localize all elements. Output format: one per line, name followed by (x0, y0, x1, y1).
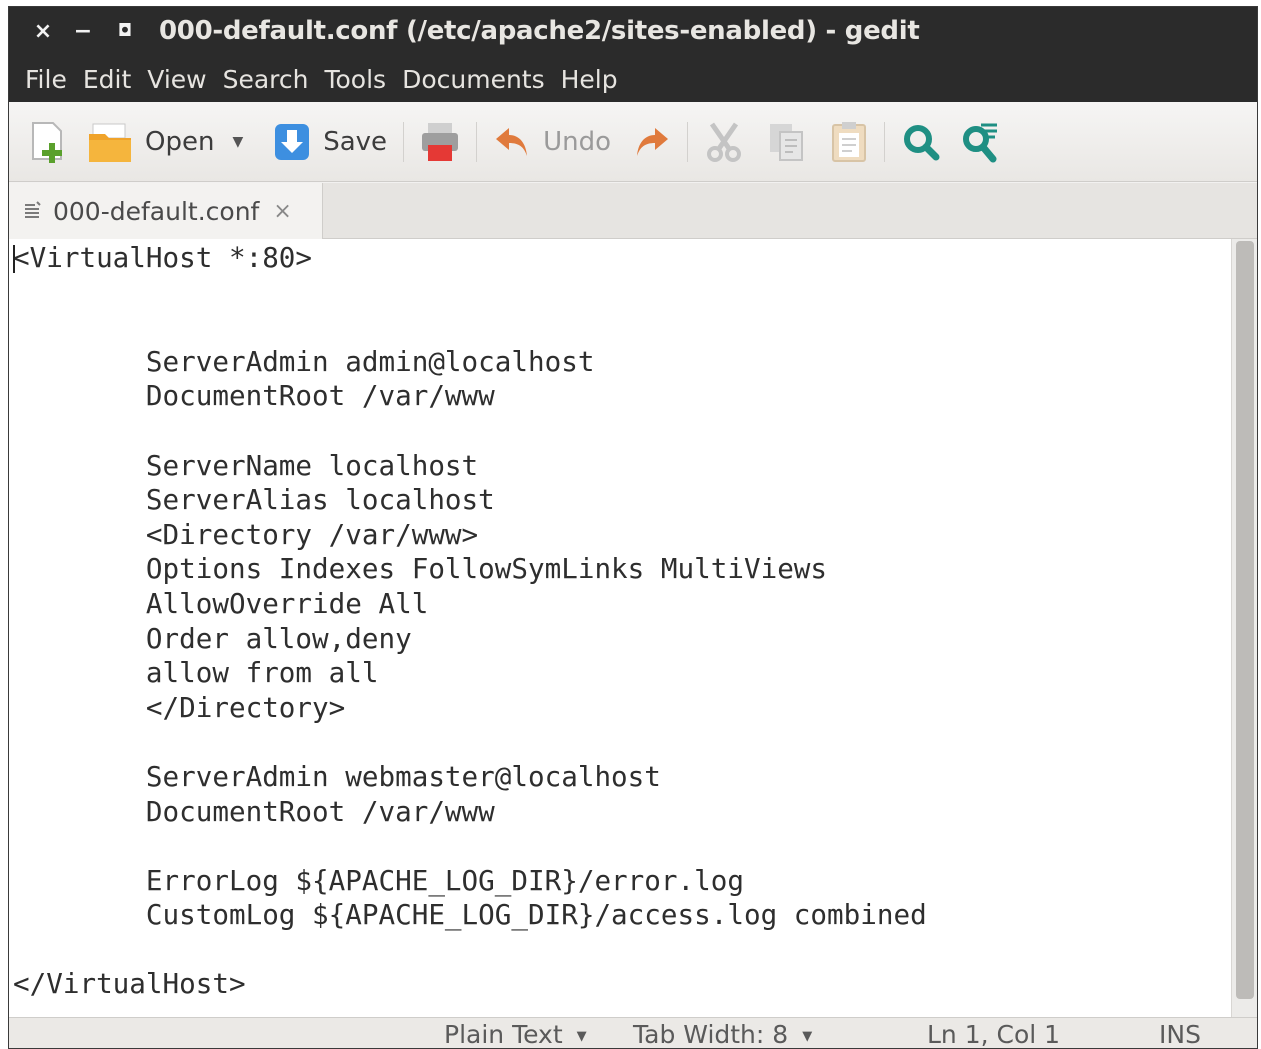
cut-button[interactable] (698, 114, 750, 170)
toolbar-separator (403, 121, 405, 162)
editor-line: <VirtualHost *:80> (13, 241, 313, 274)
editor-line: DocumentRoot /var/www (13, 379, 495, 413)
undo-button[interactable]: Undo (487, 114, 617, 170)
open-button[interactable]: Open ▼ (81, 114, 249, 170)
editor-line: Order allow,deny (13, 621, 412, 655)
open-recent-dropdown-icon[interactable]: ▼ (232, 134, 243, 150)
window-title: 000-default.conf (/etc/apache2/sites-ena… (159, 16, 920, 46)
editor-line: ErrorLog ${APACHE_LOG_DIR}/error.log (13, 863, 744, 897)
toolbar-separator (883, 121, 885, 162)
toolbar: Open ▼ Save Undo (9, 102, 1257, 182)
undo-icon (496, 127, 528, 156)
menu-file[interactable]: File (17, 65, 75, 94)
copy-icon (769, 123, 803, 161)
menu-search[interactable]: Search (215, 65, 317, 94)
window-close-button[interactable]: × (21, 19, 65, 44)
toolbar-separator (686, 121, 688, 162)
tab-000-default-conf[interactable]: 000-default.conf × (9, 183, 323, 239)
toolbar-separator (476, 121, 478, 162)
scrollbar-thumb[interactable] (1236, 241, 1254, 999)
editor-line: </Directory> (13, 690, 346, 724)
redo-button[interactable] (627, 114, 677, 170)
chevron-down-icon: ▼ (576, 1028, 587, 1044)
editor-line: CustomLog ${APACHE_LOG_DIR}/access.log c… (13, 898, 927, 932)
tab-width-selector[interactable]: Tab Width: 8 ▼ (633, 1020, 813, 1049)
menu-bar: File Edit View Search Tools Documents He… (9, 59, 626, 99)
find-replace-button[interactable] (955, 114, 1007, 170)
tab-width-label: Tab Width: 8 (633, 1020, 789, 1049)
editor-line: ServerName localhost (13, 448, 479, 482)
menu-view[interactable]: View (139, 65, 214, 94)
text-editor[interactable]: <VirtualHost *:80> ServerAdmin admin@loc… (9, 239, 1231, 1017)
open-label: Open (145, 126, 215, 157)
folder-icon (89, 123, 131, 162)
language-label: Plain Text (444, 1020, 563, 1049)
editor-line: AllowOverride All (13, 586, 429, 620)
editor-text: <VirtualHost *:80> ServerAdmin admin@loc… (13, 241, 927, 1002)
printer-icon (422, 122, 459, 161)
editor-line: DocumentRoot /var/www (13, 794, 495, 828)
search-icon (903, 124, 940, 160)
text-document-icon (25, 201, 41, 218)
new-button[interactable] (21, 114, 75, 170)
title-bar: × − ◘ 000-default.conf (/etc/apache2/sit… (9, 7, 1257, 102)
vertical-scrollbar[interactable] (1231, 239, 1257, 1017)
copy-button[interactable] (762, 114, 812, 170)
find-replace-icon (962, 123, 997, 162)
menu-help[interactable]: Help (553, 65, 626, 94)
window-maximize-button[interactable]: ◘ (103, 21, 147, 41)
language-selector[interactable]: Plain Text ▼ (444, 1020, 587, 1049)
save-label: Save (323, 126, 388, 157)
gedit-window: × − ◘ 000-default.conf (/etc/apache2/sit… (8, 6, 1258, 1049)
menu-tools[interactable]: Tools (316, 65, 394, 94)
print-button[interactable] (414, 114, 466, 170)
tab-close-icon[interactable]: × (273, 199, 291, 224)
editor-line: ServerAdmin webmaster@localhost (13, 759, 661, 793)
scissors-icon (706, 122, 741, 162)
text-cursor (13, 245, 15, 273)
menu-edit[interactable]: Edit (75, 65, 139, 94)
new-document-icon (32, 121, 62, 163)
paste-icon (831, 121, 866, 162)
cursor-position: Ln 1, Col 1 (927, 1020, 1061, 1049)
editor-line: <Directory /var/www> (13, 517, 479, 551)
save-button[interactable]: Save (267, 114, 393, 170)
window-minimize-button[interactable]: − (61, 19, 105, 44)
editor-line: </VirtualHost> (13, 967, 246, 1001)
redo-icon (636, 127, 668, 156)
find-button[interactable] (895, 114, 947, 170)
document-tab-strip: 000-default.conf × (9, 183, 1257, 239)
save-arrow-icon (275, 123, 310, 160)
editor-line: Options Indexes FollowSymLinks MultiView… (13, 552, 828, 586)
menu-documents[interactable]: Documents (394, 65, 553, 94)
paste-button[interactable] (824, 114, 874, 170)
chevron-down-icon: ▼ (802, 1028, 813, 1044)
editor-line: ServerAdmin admin@localhost (13, 344, 595, 378)
insert-mode-indicator: INS (1159, 1020, 1201, 1049)
tab-label: 000-default.conf (53, 196, 260, 226)
editor-line: allow from all (13, 656, 379, 690)
status-bar: Plain Text ▼ Tab Width: 8 ▼ Ln 1, Col 1 IN… (9, 1017, 1257, 1049)
editor-line: ServerAlias localhost (13, 483, 495, 517)
undo-label: Undo (543, 126, 611, 157)
